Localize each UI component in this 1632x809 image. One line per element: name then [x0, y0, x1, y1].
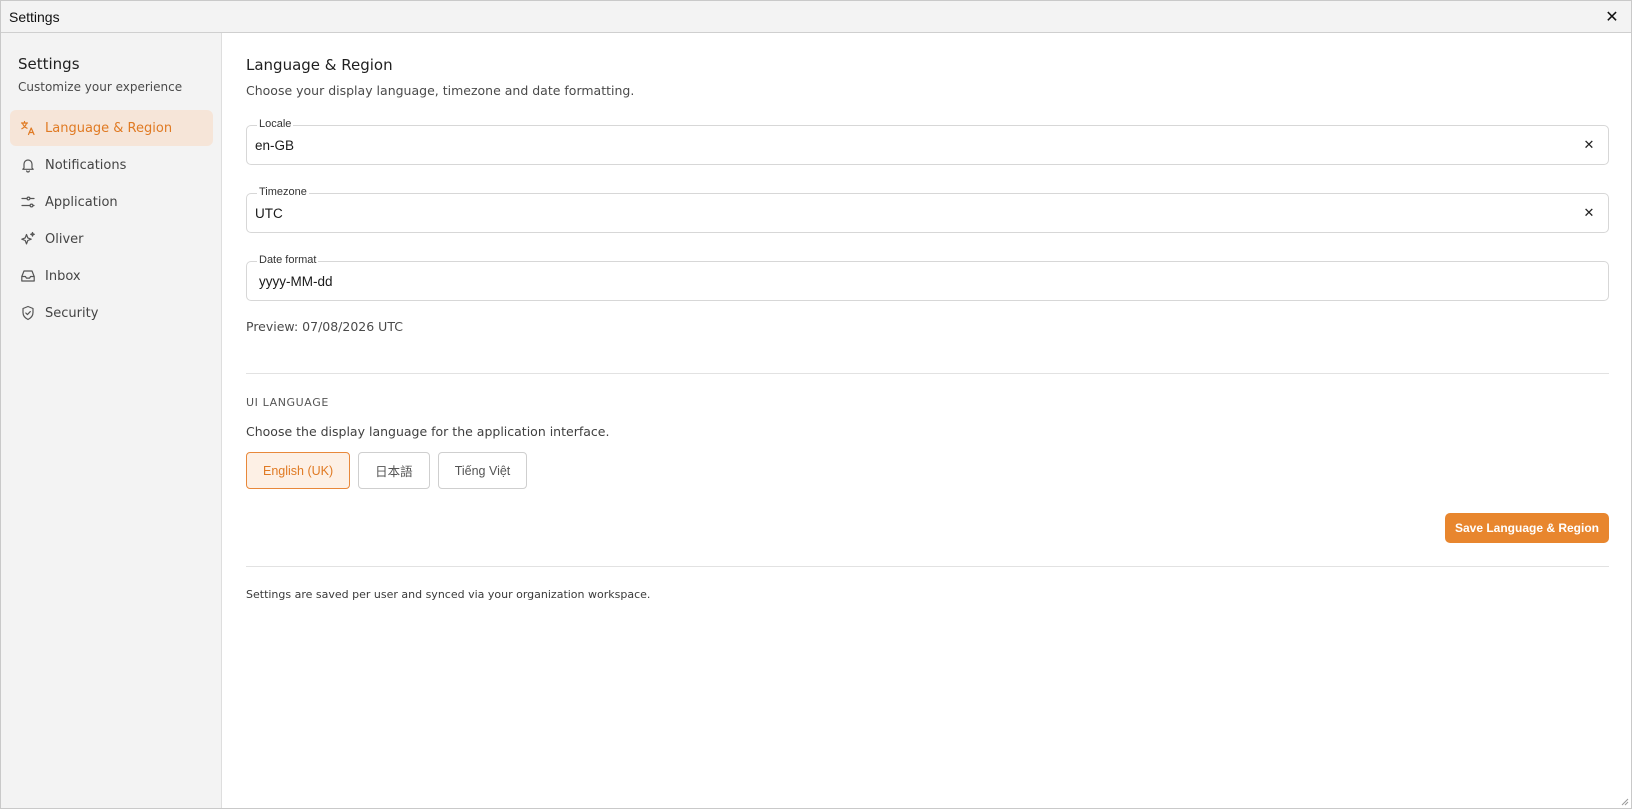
sidebar-item-label: Oliver [45, 231, 84, 247]
settings-window: Settings ✕ Settings Customize your exper… [0, 0, 1632, 809]
sidebar-item-label: Notifications [45, 157, 127, 173]
sidebar-item-label: Language & Region [45, 120, 173, 136]
translate-icon [20, 120, 36, 136]
sliders-icon [20, 194, 36, 210]
sidebar-item-language-region[interactable]: Language & Region [10, 110, 213, 146]
save-row: Save Language & Region [246, 513, 1609, 543]
date-format-field: Date format [246, 254, 1609, 301]
sidebar-item-oliver[interactable]: Oliver [10, 221, 213, 257]
bell-icon [20, 157, 36, 173]
timezone-input[interactable] [255, 194, 1568, 232]
sidebar-item-inbox[interactable]: Inbox [10, 258, 213, 294]
inbox-icon [20, 268, 36, 284]
save-button[interactable]: Save Language & Region [1444, 513, 1609, 543]
resize-grip-icon[interactable] [1619, 796, 1629, 806]
title-bar: Settings ✕ [1, 1, 1631, 33]
footer-divider [246, 566, 1609, 567]
ui-language-description: Choose the display language for the appl… [246, 424, 610, 439]
close-icon[interactable]: ✕ [1601, 6, 1623, 28]
sparkle-icon [20, 231, 36, 247]
shield-icon [20, 305, 36, 321]
language-option-english-uk[interactable]: English (UK) [246, 452, 351, 489]
date-preview: Preview: 07/08/2026 UTC [246, 319, 403, 334]
sidebar-item-notifications[interactable]: Notifications [10, 147, 213, 183]
clear-icon[interactable]: ✕ [1580, 204, 1598, 222]
locale-field: Locale ✕ [246, 118, 1609, 165]
window-title: Settings [9, 8, 60, 25]
section-divider [246, 373, 1609, 374]
sidebar-title: Settings [18, 55, 80, 73]
page-title: Language & Region [246, 56, 393, 74]
language-option-japanese[interactable]: 日本語 [358, 452, 430, 489]
sidebar-subtitle: Customize your experience [18, 80, 183, 94]
date-format-input[interactable] [259, 262, 1568, 300]
page-description: Choose your display language, timezone a… [246, 83, 635, 98]
sidebar-header: Settings Customize your experience [10, 55, 213, 110]
ui-language-heading: UI LANGUAGE [246, 396, 329, 409]
sidebar-item-application[interactable]: Application [10, 184, 213, 220]
sidebar-item-label: Security [45, 305, 99, 321]
locale-input[interactable] [255, 126, 1568, 164]
clear-icon[interactable]: ✕ [1580, 136, 1598, 154]
sidebar-item-security[interactable]: Security [10, 295, 213, 331]
sidebar: Settings Customize your experience Langu… [1, 33, 222, 808]
language-options: English (UK) 日本語 Tiếng Việt [246, 452, 1609, 489]
language-option-vietnamese[interactable]: Tiếng Việt [437, 452, 528, 489]
footer-note: Settings are saved per user and synced v… [246, 588, 651, 601]
sidebar-item-label: Inbox [45, 268, 81, 284]
sidebar-item-label: Application [45, 194, 118, 210]
timezone-field: Timezone ✕ [246, 186, 1609, 233]
main-content: Language & Region Choose your display la… [246, 33, 1609, 808]
